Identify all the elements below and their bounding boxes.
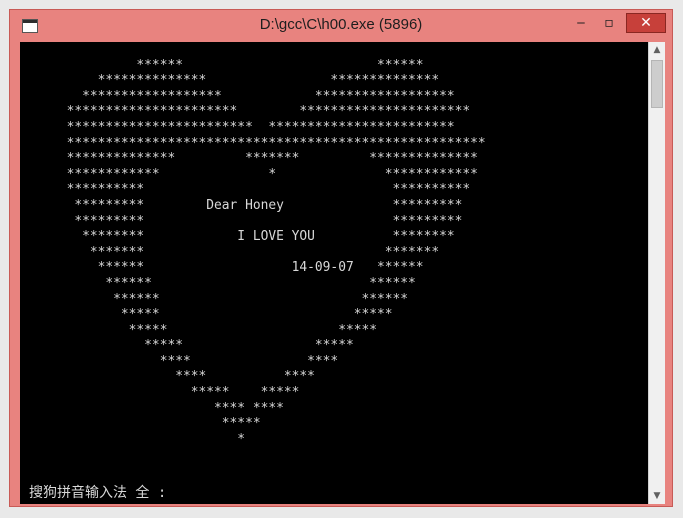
console-line: ************************ ***************… xyxy=(20,119,455,135)
console-line: ********* ********* xyxy=(20,213,463,229)
console-line: ****************************************… xyxy=(20,135,486,151)
title-bar[interactable]: D:\gcc\C\h00.exe (5896) ‒ ▫ ✕ xyxy=(10,10,672,42)
scroll-up-arrow-icon[interactable]: ▲ xyxy=(649,42,665,58)
heart-ascii-art: ****** ****** ************** ***********… xyxy=(20,42,486,447)
console-line: ********* Dear Honey ********* xyxy=(20,197,463,213)
console-line: ***** ***** xyxy=(20,307,393,323)
console-line: ****************** ****************** xyxy=(20,88,455,104)
scrollbar-thumb[interactable] xyxy=(651,60,663,108)
console-line: ****** 14-09-07 ****** xyxy=(20,260,424,276)
vertical-scrollbar[interactable]: ▲ ▼ xyxy=(648,42,665,504)
console-line: ************** ************** xyxy=(20,73,440,89)
console-line: ************** ******* ************** xyxy=(20,151,478,167)
scroll-down-arrow-icon[interactable]: ▼ xyxy=(649,488,665,504)
console-output-area[interactable]: ****** ****** ************** ***********… xyxy=(20,42,648,504)
console-line: ***** ***** xyxy=(20,322,377,338)
console-line: ***** ***** xyxy=(20,338,354,354)
minimize-button[interactable]: ‒ xyxy=(570,13,592,33)
ime-status-text: 搜狗拼音输入法 全 : xyxy=(29,485,167,501)
console-line: ********************** *****************… xyxy=(20,104,471,120)
console-line: ************ * ************ xyxy=(20,166,478,182)
console-line: ****** ****** xyxy=(20,275,416,291)
console-line: ***** xyxy=(20,416,261,432)
console-line: * xyxy=(20,431,246,447)
console-line: ****** ****** xyxy=(20,57,424,73)
console-line: **** **** xyxy=(20,369,315,385)
close-button[interactable]: ✕ xyxy=(626,13,666,33)
console-line: ****** ****** xyxy=(20,291,409,307)
maximize-button[interactable]: ▫ xyxy=(598,13,620,33)
console-line: ******* ******* xyxy=(20,244,440,260)
console-line: ******** I LOVE YOU ******** xyxy=(20,229,455,245)
console-line: ********** ********** xyxy=(20,182,471,198)
console-line: ***** ***** xyxy=(20,385,300,401)
console-line: **** **** xyxy=(20,353,339,369)
console-line: **** **** xyxy=(20,400,284,416)
